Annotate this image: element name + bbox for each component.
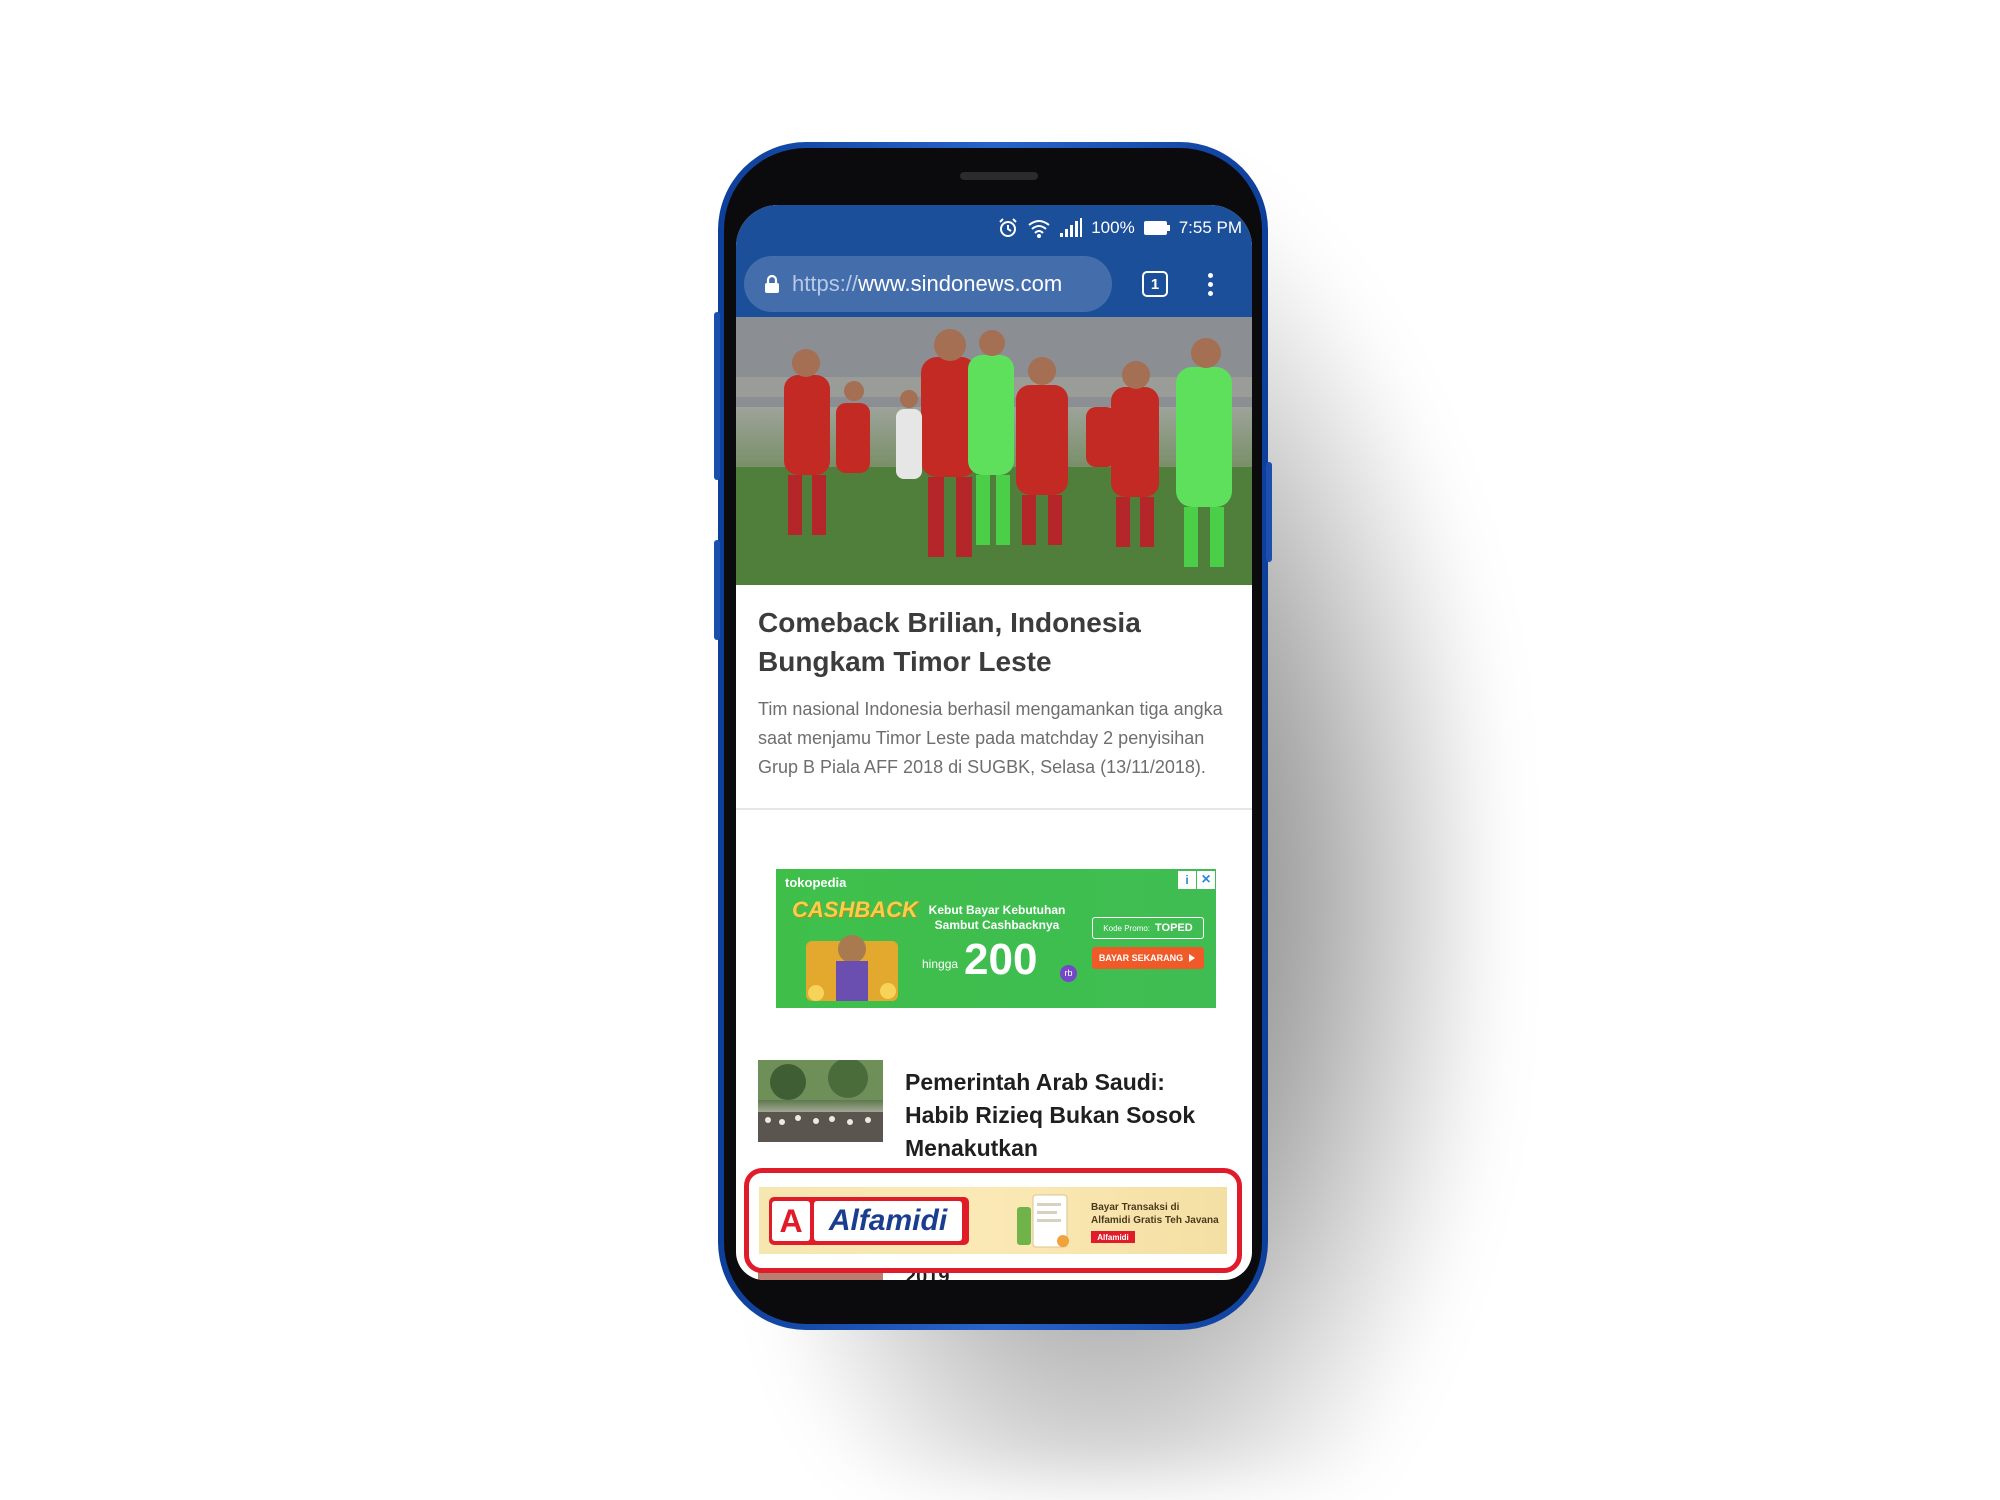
address-bar[interactable]: https://www.sindonews.com bbox=[744, 256, 1112, 312]
lock-icon bbox=[765, 274, 779, 293]
url-scheme: https:// bbox=[792, 271, 859, 296]
clock: 7:55 PM bbox=[1178, 218, 1242, 237]
play-arrow-icon bbox=[1189, 954, 1196, 962]
status-bar: 100% 7:55 PM bbox=[736, 205, 1252, 251]
alfamidi-sticky-ad[interactable]: A Alfamidi Bayar Transaksi di Alfamidi G… bbox=[744, 1168, 1242, 1273]
battery-percent: 100% bbox=[1091, 218, 1135, 237]
earpiece-speaker bbox=[960, 172, 1038, 180]
ad-amount: 200 bbox=[964, 935, 1038, 984]
ad-info-icon[interactable]: i bbox=[1178, 871, 1196, 889]
receipt-drink-illustration bbox=[1017, 1194, 1069, 1248]
ad-close-icon[interactable]: × bbox=[1197, 871, 1215, 889]
lead-article-headline[interactable]: Comeback Brilian, Indonesia Bungkam Timo… bbox=[736, 585, 1252, 681]
ad-headline: Kebut Bayar Kebutuhan Sambut Cashbacknya bbox=[928, 903, 1066, 932]
volume-down-button bbox=[714, 540, 720, 640]
wifi-icon bbox=[1028, 220, 1050, 238]
section-divider bbox=[736, 808, 1252, 810]
volume-up-button bbox=[714, 312, 720, 480]
tab-switcher-button[interactable]: 1 bbox=[1142, 271, 1168, 297]
ad-promo-code: TOPED bbox=[1155, 922, 1193, 934]
battery-icon bbox=[1143, 221, 1170, 235]
menu-dot bbox=[1208, 272, 1213, 278]
alfamidi-logo-word: Alfamidi bbox=[814, 1201, 962, 1241]
menu-dot bbox=[1208, 290, 1213, 296]
sticky-ad-text: Bayar Transaksi di Alfamidi Gratis Teh J… bbox=[1091, 1202, 1219, 1226]
ad-promo-code-box: Kode Promo: TOPED bbox=[1092, 917, 1204, 939]
football-team-photo bbox=[736, 317, 1252, 585]
overflow-menu-button[interactable] bbox=[1208, 272, 1213, 296]
power-button bbox=[1266, 462, 1272, 562]
alfamidi-logo-initial: A bbox=[772, 1201, 810, 1241]
crowd-photo bbox=[758, 1060, 883, 1142]
sticky-ad-banner: A Alfamidi Bayar Transaksi di Alfamidi G… bbox=[759, 1187, 1227, 1254]
ad-promo-label: Kode Promo: bbox=[1103, 923, 1150, 933]
ad-amount-unit: rb bbox=[1060, 965, 1077, 982]
lead-article-image[interactable] bbox=[736, 317, 1252, 585]
alfamidi-logo: A Alfamidi bbox=[769, 1197, 969, 1245]
news-thumbnail bbox=[758, 1060, 883, 1142]
browser-toolbar: https://www.sindonews.com 1 bbox=[736, 251, 1252, 317]
tokopedia-ad-banner[interactable]: tokopedia CASHBACK Kebut Bayar Kebutuhan… bbox=[776, 869, 1216, 1008]
news-list-item[interactable]: Pemerintah Arab Saudi: Habib Rizieq Buka… bbox=[758, 1060, 1238, 1170]
url-text: https://www.sindonews.com bbox=[792, 271, 1062, 297]
ad-brand: tokopedia bbox=[785, 875, 847, 890]
lead-article-summary: Tim nasional Indonesia berhasil mengaman… bbox=[758, 699, 1223, 777]
news-item-title: Pemerintah Arab Saudi: Habib Rizieq Buka… bbox=[905, 1069, 1196, 1161]
alarm-icon bbox=[999, 218, 1017, 237]
url-host: www.sindonews.com bbox=[858, 271, 1063, 296]
ad-cta-button[interactable]: BAYAR SEKARANG bbox=[1092, 947, 1204, 969]
menu-dot bbox=[1208, 281, 1213, 287]
phone-screen: 100% 7:55 PM https://www.sindonews.com 1 bbox=[736, 205, 1252, 1280]
ad-cta-label: BAYAR SEKARANG bbox=[1098, 953, 1184, 963]
signal-icon bbox=[1060, 218, 1083, 237]
ad-upto: hingga bbox=[922, 957, 959, 971]
ad-illustration bbox=[806, 935, 898, 1001]
sticky-ad-mini-logo: Alfamidi bbox=[1091, 1231, 1135, 1243]
